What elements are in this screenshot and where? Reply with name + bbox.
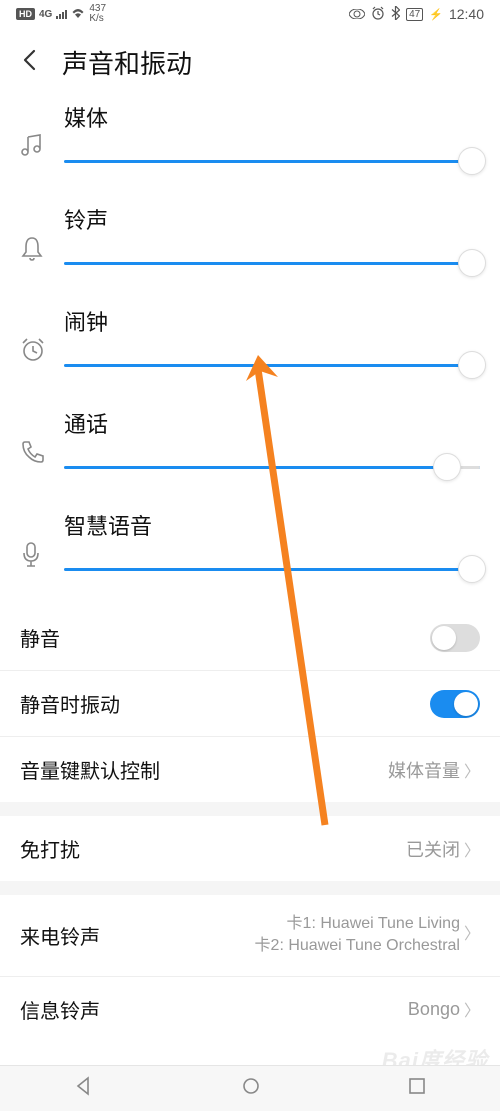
chevron-right-icon: 〉 bbox=[464, 837, 480, 861]
ringtone-sim2: 卡2: Huawei Tune Orchestral bbox=[255, 935, 460, 957]
setting-value: 媒体音量 bbox=[388, 757, 460, 783]
alarm-icon bbox=[371, 6, 385, 23]
setting-label: 静音时振动 bbox=[20, 689, 120, 718]
media-volume-slider[interactable] bbox=[64, 147, 480, 175]
dnd-setting[interactable]: 免打扰 已关闭 〉 bbox=[0, 816, 500, 881]
chevron-right-icon: 〉 bbox=[464, 758, 480, 782]
header: 声音和振动 bbox=[0, 28, 500, 101]
slider-media: 媒体 bbox=[20, 101, 480, 175]
setting-label: 音量键默认控制 bbox=[20, 755, 160, 784]
vibrate-when-mute-setting[interactable]: 静音时振动 bbox=[0, 671, 500, 737]
phone-icon bbox=[20, 439, 64, 463]
message-tone-setting[interactable]: 信息铃声 Bongo 〉 bbox=[0, 977, 500, 1042]
call-volume-slider[interactable] bbox=[64, 453, 480, 481]
slider-label: 闹钟 bbox=[64, 305, 480, 337]
music-icon bbox=[20, 133, 64, 159]
slider-voice: 智慧语音 bbox=[20, 509, 480, 583]
network-type: 4G bbox=[39, 9, 52, 20]
setting-value: Bongo bbox=[408, 999, 460, 1020]
mute-setting[interactable]: 静音 bbox=[0, 605, 500, 671]
status-left: HD 4G 437K/s bbox=[16, 4, 106, 24]
slider-call: 通话 bbox=[20, 407, 480, 481]
eye-icon bbox=[349, 7, 365, 22]
volume-key-control-setting[interactable]: 音量键默认控制 媒体音量 〉 bbox=[0, 737, 500, 802]
chevron-right-icon: 〉 bbox=[464, 924, 480, 946]
ringtone-volume-slider[interactable] bbox=[64, 249, 480, 277]
volume-sliders-section: 媒体 铃声 闹钟 bbox=[0, 101, 500, 605]
setting-label: 静音 bbox=[20, 623, 60, 652]
chevron-right-icon: 〉 bbox=[464, 997, 480, 1021]
slider-ringtone: 铃声 bbox=[20, 203, 480, 277]
section-gap bbox=[0, 802, 500, 816]
status-right: 47 ⚡ 12:40 bbox=[349, 6, 484, 23]
setting-label: 信息铃声 bbox=[20, 995, 100, 1024]
slider-label: 通话 bbox=[64, 407, 480, 439]
section-gap bbox=[0, 881, 500, 895]
network-speed: 437K/s bbox=[89, 4, 106, 24]
nav-recent-button[interactable] bbox=[408, 1077, 426, 1100]
setting-label: 来电铃声 bbox=[20, 921, 100, 950]
signal-icon bbox=[56, 9, 67, 19]
clock-time: 12:40 bbox=[449, 6, 484, 22]
mute-toggle[interactable] bbox=[430, 624, 480, 652]
nav-home-button[interactable] bbox=[241, 1076, 261, 1101]
alarm-volume-slider[interactable] bbox=[64, 351, 480, 379]
slider-label: 铃声 bbox=[64, 203, 480, 235]
ringtone-setting[interactable]: 来电铃声 卡1: Huawei Tune Living 卡2: Huawei T… bbox=[0, 895, 500, 977]
setting-value: 已关闭 bbox=[406, 836, 460, 862]
bell-icon bbox=[20, 235, 64, 261]
back-button[interactable] bbox=[20, 47, 42, 78]
nav-back-button[interactable] bbox=[74, 1076, 94, 1101]
bluetooth-icon bbox=[391, 6, 400, 23]
system-nav-bar bbox=[0, 1065, 500, 1111]
slider-label: 媒体 bbox=[64, 101, 480, 133]
slider-label: 智慧语音 bbox=[64, 509, 480, 541]
wifi-icon bbox=[71, 7, 85, 22]
slider-alarm: 闹钟 bbox=[20, 305, 480, 379]
hd-badge: HD bbox=[16, 8, 35, 20]
page-title: 声音和振动 bbox=[62, 44, 192, 81]
vibrate-toggle[interactable] bbox=[430, 690, 480, 718]
mic-icon bbox=[20, 541, 64, 569]
voice-volume-slider[interactable] bbox=[64, 555, 480, 583]
alarm-clock-icon bbox=[20, 337, 64, 363]
charging-icon: ⚡ bbox=[429, 8, 443, 21]
battery-icon: 47 bbox=[406, 8, 423, 21]
setting-label: 免打扰 bbox=[20, 834, 80, 863]
status-bar: HD 4G 437K/s 47 ⚡ 12:40 bbox=[0, 0, 500, 28]
ringtone-sim1: 卡1: Huawei Tune Living bbox=[255, 913, 460, 935]
